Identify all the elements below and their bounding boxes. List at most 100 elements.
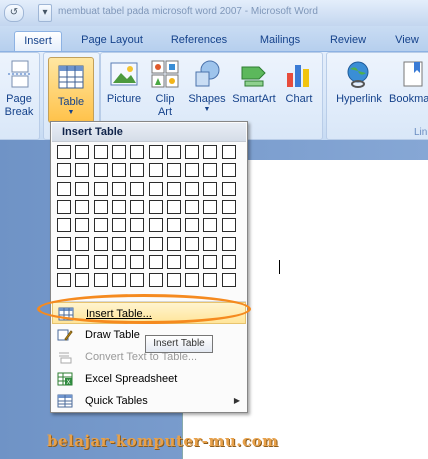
grid-cell[interactable] <box>149 182 163 196</box>
grid-cell[interactable] <box>185 182 199 196</box>
grid-cell[interactable] <box>130 163 144 177</box>
grid-cell[interactable] <box>203 182 217 196</box>
excel-spreadsheet-item[interactable]: X Excel Spreadsheet <box>52 368 246 390</box>
grid-cell[interactable] <box>185 273 199 287</box>
grid-cell[interactable] <box>203 200 217 214</box>
grid-cell[interactable] <box>57 163 71 177</box>
grid-cell[interactable] <box>203 163 217 177</box>
hyperlink-button[interactable]: Hyperlink <box>330 59 388 106</box>
grid-cell[interactable] <box>130 145 144 159</box>
grid-cell[interactable] <box>149 200 163 214</box>
grid-cell[interactable] <box>112 273 126 287</box>
grid-cell[interactable] <box>57 237 71 251</box>
bookmark-button[interactable]: Bookmark <box>389 59 428 106</box>
grid-cell[interactable] <box>149 218 163 232</box>
grid-cell[interactable] <box>167 273 181 287</box>
grid-cell[interactable] <box>94 182 108 196</box>
chart-button[interactable]: Chart <box>280 59 318 106</box>
grid-cell[interactable] <box>222 218 236 232</box>
grid-cell[interactable] <box>112 255 126 269</box>
clip-art-button[interactable]: Clip Art <box>148 59 182 119</box>
grid-cell[interactable] <box>112 182 126 196</box>
grid-cell[interactable] <box>94 145 108 159</box>
grid-cell[interactable] <box>112 218 126 232</box>
grid-cell[interactable] <box>185 163 199 177</box>
grid-cell[interactable] <box>75 237 89 251</box>
grid-cell[interactable] <box>149 255 163 269</box>
grid-cell[interactable] <box>130 237 144 251</box>
grid-cell[interactable] <box>203 237 217 251</box>
quick-access-dropdown-button[interactable]: ▾ <box>38 4 52 22</box>
tab-view[interactable]: View <box>386 31 428 51</box>
grid-cell[interactable] <box>167 163 181 177</box>
grid-cell[interactable] <box>185 145 199 159</box>
grid-cell[interactable] <box>75 163 89 177</box>
grid-cell[interactable] <box>203 273 217 287</box>
picture-button[interactable]: Picture <box>103 59 145 106</box>
grid-cell[interactable] <box>167 182 181 196</box>
grid-cell[interactable] <box>94 218 108 232</box>
grid-cell[interactable] <box>112 237 126 251</box>
grid-cell[interactable] <box>149 145 163 159</box>
grid-cell[interactable] <box>130 182 144 196</box>
undo-button[interactable]: ↺ <box>4 4 24 22</box>
grid-cell[interactable] <box>94 200 108 214</box>
grid-cell[interactable] <box>167 200 181 214</box>
grid-cell[interactable] <box>94 163 108 177</box>
tab-page-layout[interactable]: Page Layout <box>74 31 150 51</box>
grid-cell[interactable] <box>130 273 144 287</box>
grid-cell[interactable] <box>167 255 181 269</box>
grid-cell[interactable] <box>75 145 89 159</box>
grid-cell[interactable] <box>222 200 236 214</box>
grid-cell[interactable] <box>94 255 108 269</box>
grid-cell[interactable] <box>75 200 89 214</box>
grid-cell[interactable] <box>75 182 89 196</box>
grid-cell[interactable] <box>130 255 144 269</box>
grid-cell[interactable] <box>222 145 236 159</box>
grid-cell[interactable] <box>149 237 163 251</box>
grid-cell[interactable] <box>112 200 126 214</box>
shapes-button[interactable]: Shapes ▼ <box>185 59 229 114</box>
grid-cell[interactable] <box>222 163 236 177</box>
grid-cell[interactable] <box>222 182 236 196</box>
grid-cell[interactable] <box>75 255 89 269</box>
grid-cell[interactable] <box>57 255 71 269</box>
grid-cell[interactable] <box>57 218 71 232</box>
grid-cell[interactable] <box>112 163 126 177</box>
grid-cell[interactable] <box>185 255 199 269</box>
grid-cell[interactable] <box>203 255 217 269</box>
table-button[interactable]: Table ▼ <box>48 57 94 123</box>
grid-cell[interactable] <box>130 218 144 232</box>
grid-cell[interactable] <box>75 273 89 287</box>
grid-cell[interactable] <box>75 218 89 232</box>
tab-review[interactable]: Review <box>322 31 374 51</box>
tab-insert[interactable]: Insert <box>14 31 62 52</box>
grid-cell[interactable] <box>167 218 181 232</box>
grid-cell[interactable] <box>57 273 71 287</box>
quick-tables-item[interactable]: Quick Tables ▶ <box>52 390 246 412</box>
grid-cell[interactable] <box>222 237 236 251</box>
grid-cell[interactable] <box>167 237 181 251</box>
grid-cell[interactable] <box>203 218 217 232</box>
grid-cell[interactable] <box>130 200 144 214</box>
grid-cell[interactable] <box>94 237 108 251</box>
grid-cell[interactable] <box>57 182 71 196</box>
grid-cell[interactable] <box>57 200 71 214</box>
tab-references[interactable]: References <box>164 31 234 51</box>
grid-cell[interactable] <box>222 255 236 269</box>
tab-mailings[interactable]: Mailings <box>250 31 310 51</box>
grid-cell[interactable] <box>112 145 126 159</box>
grid-cell[interactable] <box>185 200 199 214</box>
grid-cell[interactable] <box>167 145 181 159</box>
page-break-button[interactable]: Page Break <box>1 59 37 119</box>
pages-group: Page Break <box>0 52 40 140</box>
grid-cell[interactable] <box>149 163 163 177</box>
grid-cell[interactable] <box>185 237 199 251</box>
grid-cell[interactable] <box>57 145 71 159</box>
grid-cell[interactable] <box>203 145 217 159</box>
grid-cell[interactable] <box>94 273 108 287</box>
grid-cell[interactable] <box>149 273 163 287</box>
grid-cell[interactable] <box>185 218 199 232</box>
grid-cell[interactable] <box>222 273 236 287</box>
smartart-button[interactable]: SmartArt <box>230 59 278 106</box>
